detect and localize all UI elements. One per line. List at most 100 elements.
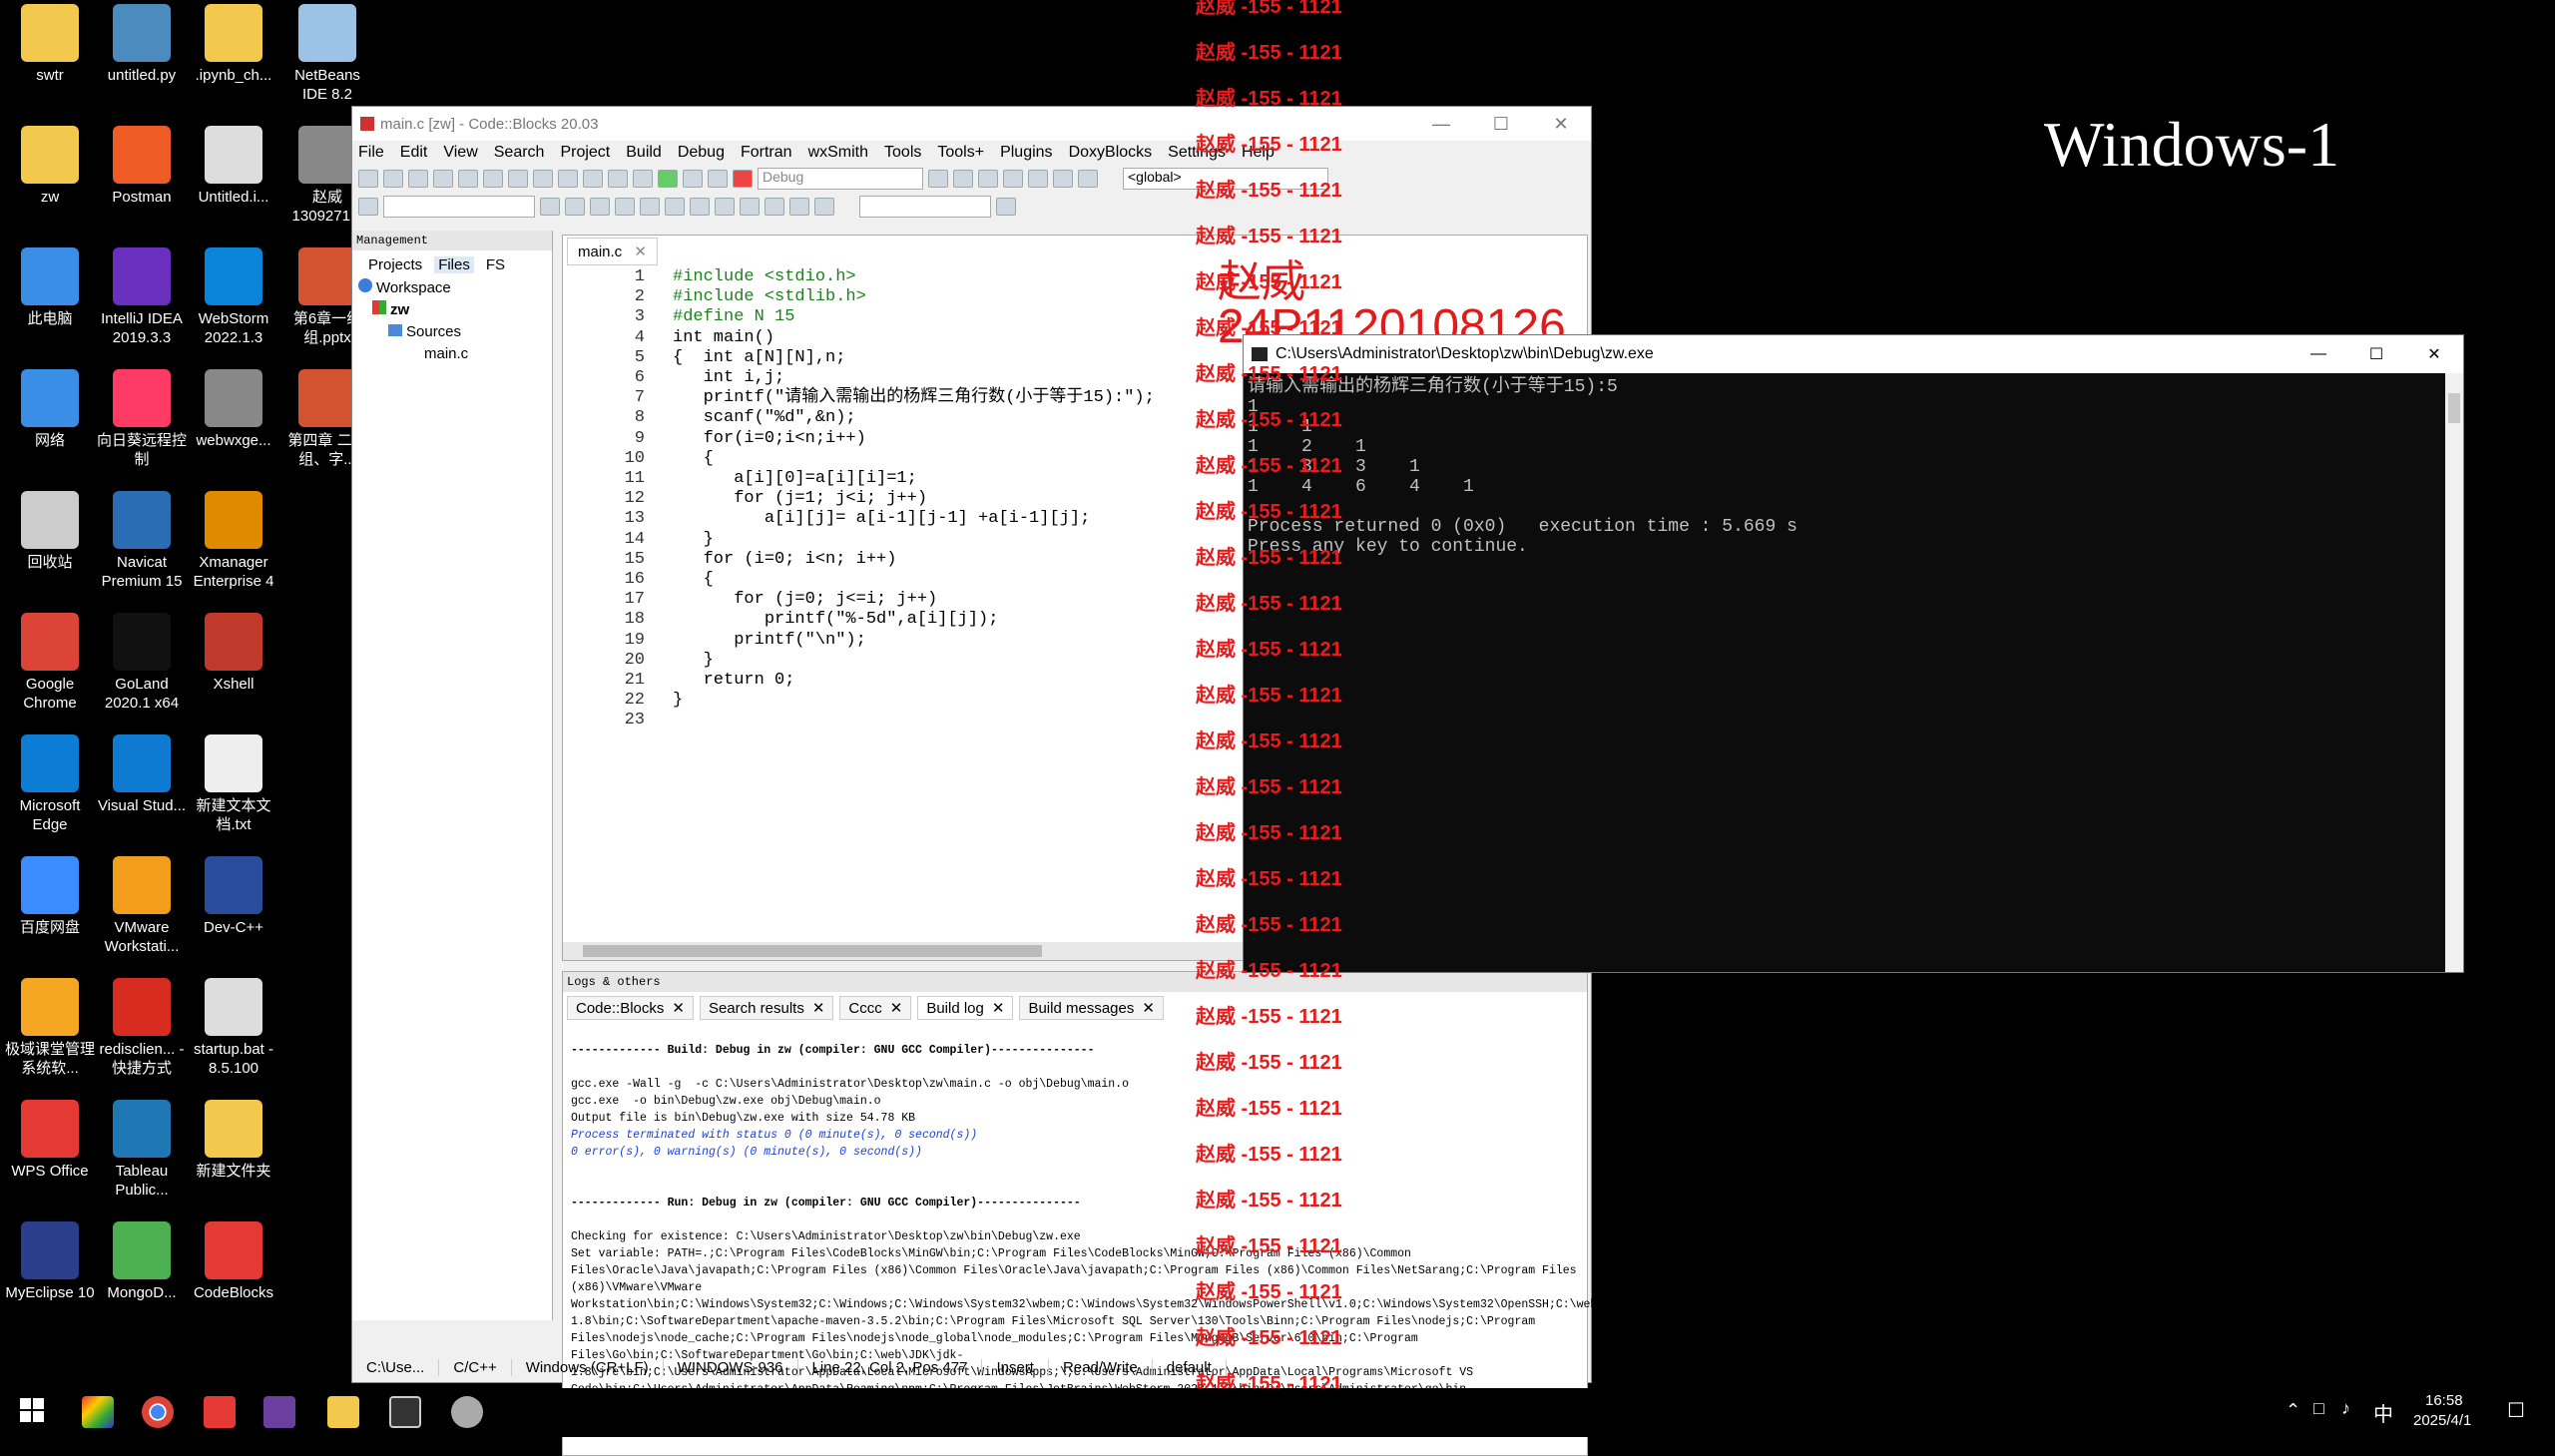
copy-icon[interactable]: [533, 170, 553, 188]
regex-icon[interactable]: [665, 198, 685, 216]
replace-icon[interactable]: [608, 170, 628, 188]
desktop-icon[interactable]: 向日葵远程控制: [96, 369, 188, 469]
desktop-icon[interactable]: Google Chrome: [4, 613, 96, 713]
desktop-icon[interactable]: redisclien... - 快捷方式: [96, 978, 188, 1078]
log-tab[interactable]: Code::Blocks ✕: [567, 996, 694, 1020]
stop-debug-icon[interactable]: [1053, 170, 1073, 188]
desktop-icon[interactable]: WPS Office: [4, 1100, 96, 1181]
console-task-icon[interactable]: [389, 1396, 421, 1428]
close-tab-icon[interactable]: ✕: [672, 1000, 685, 1017]
desktop-icon[interactable]: zw: [4, 126, 96, 207]
bookmark-icon[interactable]: [615, 198, 635, 216]
debug-windows-icon[interactable]: [1078, 170, 1098, 188]
desktop-icon[interactable]: Dev-C++: [188, 856, 279, 937]
step-out-icon[interactable]: [1003, 170, 1023, 188]
run-icon[interactable]: [658, 170, 678, 188]
code-line[interactable]: }: [673, 530, 1155, 550]
close-tab-icon[interactable]: ✕: [992, 1000, 1005, 1017]
back-icon[interactable]: [540, 198, 560, 216]
clock-time[interactable]: 16:58: [2425, 1392, 2463, 1409]
desktop-icon[interactable]: VMware Workstati...: [96, 856, 188, 956]
code-line[interactable]: #include <stdio.h>: [673, 267, 1155, 287]
code-line[interactable]: { int a[N][N],n;: [673, 348, 1155, 368]
tree-sources[interactable]: Sources: [358, 321, 552, 343]
menu-item[interactable]: Tools: [884, 144, 921, 162]
debug-continue-icon[interactable]: [953, 170, 973, 188]
desktop-icon[interactable]: IntelliJ IDEA 2019.3.3: [96, 247, 188, 347]
explorer-task-icon[interactable]: [327, 1396, 359, 1428]
codeblocks-titlebar[interactable]: main.c [zw] - Code::Blocks 20.03 — ☐ ✕: [352, 107, 1591, 141]
search-icon[interactable]: [996, 198, 1016, 216]
select-icon[interactable]: [690, 198, 710, 216]
code-line[interactable]: for (j=0; j<=i; j++): [673, 590, 1155, 610]
code-line[interactable]: scanf("%d",&n);: [673, 408, 1155, 428]
volume-icon[interactable]: ♪: [2341, 1398, 2350, 1419]
desktop-icon[interactable]: webwxge...: [188, 369, 279, 450]
tree-workspace[interactable]: Workspace: [358, 277, 552, 299]
menu-item[interactable]: Edit: [400, 144, 428, 162]
desktop-icon[interactable]: 回收站: [4, 491, 96, 572]
code-line[interactable]: a[i][j]= a[i-1][j-1] +a[i-1][j];: [673, 509, 1155, 529]
desktop-icon[interactable]: Visual Stud...: [96, 734, 188, 815]
log-tab[interactable]: Search results ✕: [699, 996, 834, 1020]
paste-icon[interactable]: [558, 170, 578, 188]
desktop-icon[interactable]: NetBeans IDE 8.2: [281, 4, 373, 104]
save-icon[interactable]: [408, 170, 428, 188]
desktop-icon[interactable]: 网络: [4, 369, 96, 450]
new-file-icon[interactable]: [358, 170, 378, 188]
code-line[interactable]: #include <stdlib.h>: [673, 287, 1155, 307]
tree-main-c[interactable]: main.c: [358, 343, 552, 365]
wps-task-icon[interactable]: [204, 1396, 236, 1428]
desktop-icon[interactable]: Postman: [96, 126, 188, 207]
desktop-icon[interactable]: Xshell: [188, 613, 279, 694]
desktop-icon[interactable]: .ipynb_ch...: [188, 4, 279, 85]
desktop-icon[interactable]: GoLand 2020.1 x64: [96, 613, 188, 713]
zoom-out-icon[interactable]: [814, 198, 834, 216]
code-line[interactable]: for(i=0;i<n;i++): [673, 429, 1155, 449]
code-line[interactable]: for (i=0; i<n; i++): [673, 550, 1155, 570]
desktop-icon[interactable]: 此电脑: [4, 247, 96, 328]
source-code[interactable]: #include <stdio.h> #include <stdlib.h> #de…: [673, 267, 1155, 731]
next-line-icon[interactable]: [1028, 170, 1048, 188]
debug-icon[interactable]: [928, 170, 948, 188]
desktop-icon[interactable]: Tableau Public...: [96, 1100, 188, 1200]
image-icon[interactable]: [740, 198, 760, 216]
desktop-icon[interactable]: CodeBlocks: [188, 1221, 279, 1302]
console-close-icon[interactable]: ✕: [2405, 344, 2463, 364]
forward-icon[interactable]: [565, 198, 585, 216]
desktop-icon[interactable]: 百度网盘: [4, 856, 96, 937]
start-icon[interactable]: [18, 1396, 50, 1428]
code-line[interactable]: printf("\n");: [673, 631, 1155, 651]
highlight-icon[interactable]: [590, 198, 610, 216]
close-tab-icon[interactable]: ✕: [890, 1000, 903, 1017]
console-maximize-icon[interactable]: ☐: [2347, 344, 2405, 364]
log-tab[interactable]: Cccc ✕: [839, 996, 912, 1020]
close-tab-icon[interactable]: ✕: [634, 243, 647, 260]
tree-project[interactable]: zw: [358, 299, 552, 321]
symbol-select[interactable]: [383, 196, 535, 218]
console-minimize-icon[interactable]: —: [2290, 345, 2347, 363]
menu-item[interactable]: Tools+: [937, 144, 984, 162]
menu-item[interactable]: DoxyBlocks: [1069, 144, 1153, 162]
grid-icon[interactable]: [765, 198, 784, 216]
cut-icon[interactable]: [508, 170, 528, 188]
code-line[interactable]: printf("%-5d",a[i][j]);: [673, 610, 1155, 630]
menu-item[interactable]: File: [358, 144, 384, 162]
code-line[interactable]: [673, 711, 1155, 730]
network-tray-icon[interactable]: □: [2313, 1398, 2324, 1419]
desktop-icon[interactable]: 极域课堂管理系统软...: [4, 978, 96, 1078]
desktop-icon[interactable]: swtr: [4, 4, 96, 85]
undo-icon[interactable]: [458, 170, 478, 188]
close-tab-icon[interactable]: ✕: [812, 1000, 825, 1017]
code-line[interactable]: }: [673, 691, 1155, 711]
abort-icon[interactable]: [733, 170, 753, 188]
code-line[interactable]: int i,j;: [673, 368, 1155, 388]
build-run-icon[interactable]: [683, 170, 703, 188]
console-scrollbar[interactable]: [2445, 373, 2463, 972]
app-task-icon[interactable]: [263, 1396, 295, 1428]
code-line[interactable]: int main(): [673, 328, 1155, 348]
desktop-icon[interactable]: startup.bat - 8.5.100: [188, 978, 279, 1078]
desktop-icon[interactable]: Microsoft Edge: [4, 734, 96, 834]
menu-item[interactable]: Build: [626, 144, 662, 162]
rect-icon[interactable]: [715, 198, 735, 216]
